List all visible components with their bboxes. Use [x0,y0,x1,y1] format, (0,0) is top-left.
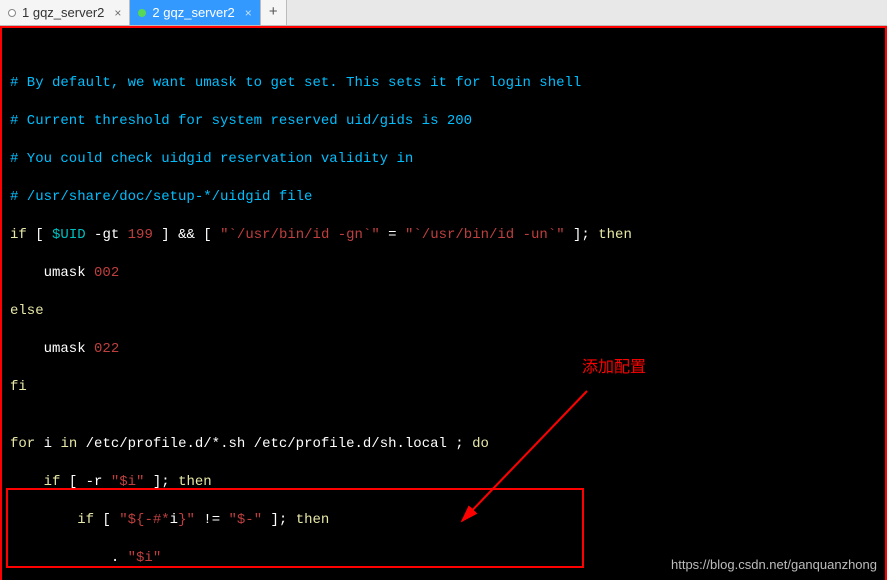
tab-2[interactable]: 2 gqz_server2 × [130,0,260,25]
code-comment: # By default, we want umask to get set. … [10,74,877,93]
tab-label: 1 gqz_server2 [22,5,104,20]
code-comment: # You could check uidgid reservation val… [10,150,877,169]
tab-label: 2 gqz_server2 [152,5,234,20]
code-comment: # /usr/share/doc/setup-*/uidgid file [10,188,877,207]
tab-1[interactable]: 1 gqz_server2 × [0,0,130,25]
code-line: if [ $UID -gt 199 ] && [ "`/usr/bin/id -… [10,226,877,245]
code-line: if [ "${-#*i}" != "$-" ]; then [10,511,877,530]
code-line: if [ -r "$i" ]; then [10,473,877,492]
plus-icon: + [269,4,278,21]
code-line: umask 022 [10,340,877,359]
add-tab-button[interactable]: + [261,0,287,25]
code-comment: # Current threshold for system reserved … [10,112,877,131]
code-line: else [10,302,877,321]
tab-status-icon [8,9,16,17]
close-icon[interactable]: × [245,6,252,20]
code-line: umask 002 [10,264,877,283]
close-icon[interactable]: × [114,6,121,20]
tab-status-icon [138,9,146,17]
code-line: for i in /etc/profile.d/*.sh /etc/profil… [10,435,877,454]
terminal-pane[interactable]: # By default, we want umask to get set. … [0,26,887,580]
annotation-callout: 添加配置 [582,358,646,377]
code-line: . "$i" [10,549,877,568]
code-line: fi [10,378,877,397]
tab-bar: 1 gqz_server2 × 2 gqz_server2 × + [0,0,887,26]
